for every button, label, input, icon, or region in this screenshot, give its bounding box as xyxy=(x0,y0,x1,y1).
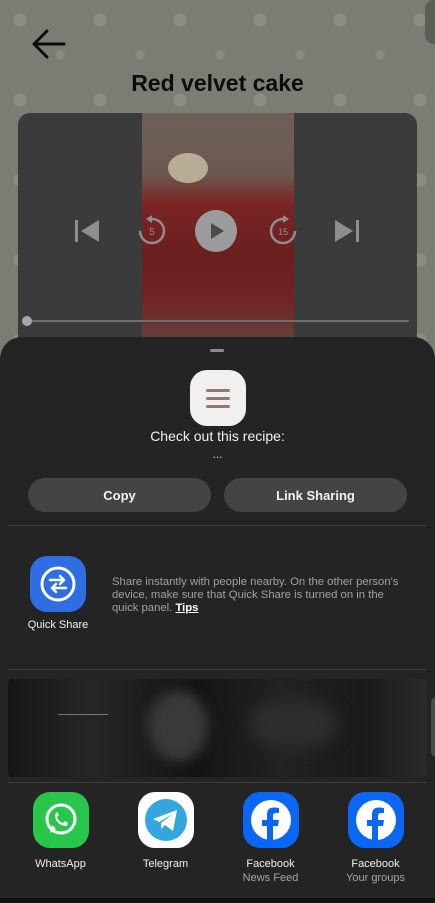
share-app-whatsapp[interactable]: WhatsApp xyxy=(8,792,113,872)
divider xyxy=(8,782,427,783)
app-name: Telegram xyxy=(142,858,189,870)
skip-next-icon xyxy=(335,220,359,242)
forward-button[interactable]: 15 xyxy=(267,215,299,247)
divider xyxy=(8,669,427,670)
fast-forward-icon: 15 xyxy=(269,215,297,245)
play-button[interactable] xyxy=(195,210,237,252)
tips-link[interactable]: Tips xyxy=(175,602,198,614)
scroll-handle[interactable] xyxy=(425,0,435,44)
forward-seconds: 15 xyxy=(278,227,288,237)
facebook-icon xyxy=(242,792,299,848)
rewind-seconds: 5 xyxy=(149,227,155,238)
navigation-bar xyxy=(0,898,435,903)
video-frame-detail xyxy=(168,153,208,183)
quick-share-description: Share instantly with people nearby. On t… xyxy=(112,576,404,615)
share-app-telegram[interactable]: Telegram xyxy=(113,792,218,872)
copy-button[interactable]: Copy xyxy=(28,478,211,512)
video-player[interactable]: 5 15 xyxy=(18,113,417,353)
previous-button[interactable] xyxy=(72,216,102,246)
share-app-facebook-groups[interactable]: Facebook Your groups xyxy=(323,792,428,884)
video-progress-bar[interactable] xyxy=(22,316,409,326)
divider xyxy=(8,525,427,526)
facebook-icon xyxy=(347,792,404,848)
quick-share-button[interactable] xyxy=(30,556,86,612)
sheet-grabber[interactable] xyxy=(210,349,224,352)
rewind-button[interactable]: 5 xyxy=(136,215,168,247)
app-name: Facebook xyxy=(246,858,295,870)
share-message-more: ... xyxy=(212,447,223,461)
whatsapp-icon xyxy=(32,792,89,848)
telegram-icon xyxy=(137,792,194,848)
quick-share-description-text: Share instantly with people nearby. On t… xyxy=(112,576,399,614)
next-button[interactable] xyxy=(332,216,362,246)
app-sub: News Feed xyxy=(242,872,299,884)
quick-share-icon xyxy=(40,566,76,602)
back-button[interactable] xyxy=(28,26,68,62)
link-sharing-button[interactable]: Link Sharing xyxy=(224,478,407,512)
share-message: Check out this recipe: xyxy=(150,428,285,444)
quick-share-label: Quick Share xyxy=(27,619,89,631)
share-sheet: Check out this recipe: ... Copy Link Sha… xyxy=(0,337,435,903)
arrow-left-icon xyxy=(32,29,66,59)
play-icon xyxy=(211,223,224,239)
sheet-scroll-edge[interactable] xyxy=(431,697,435,757)
app-sub: Your groups xyxy=(346,872,405,884)
progress-knob[interactable] xyxy=(22,316,32,326)
skip-previous-icon xyxy=(75,220,99,242)
recipe-app-icon xyxy=(190,370,246,426)
share-app-facebook-news-feed[interactable]: Facebook News Feed xyxy=(218,792,323,884)
app-name: Facebook xyxy=(351,858,400,870)
app-name: WhatsApp xyxy=(35,858,86,870)
page-title: Red velvet cake xyxy=(131,70,304,96)
nearby-devices-preview xyxy=(8,679,427,777)
rewind-icon: 5 xyxy=(138,215,166,245)
